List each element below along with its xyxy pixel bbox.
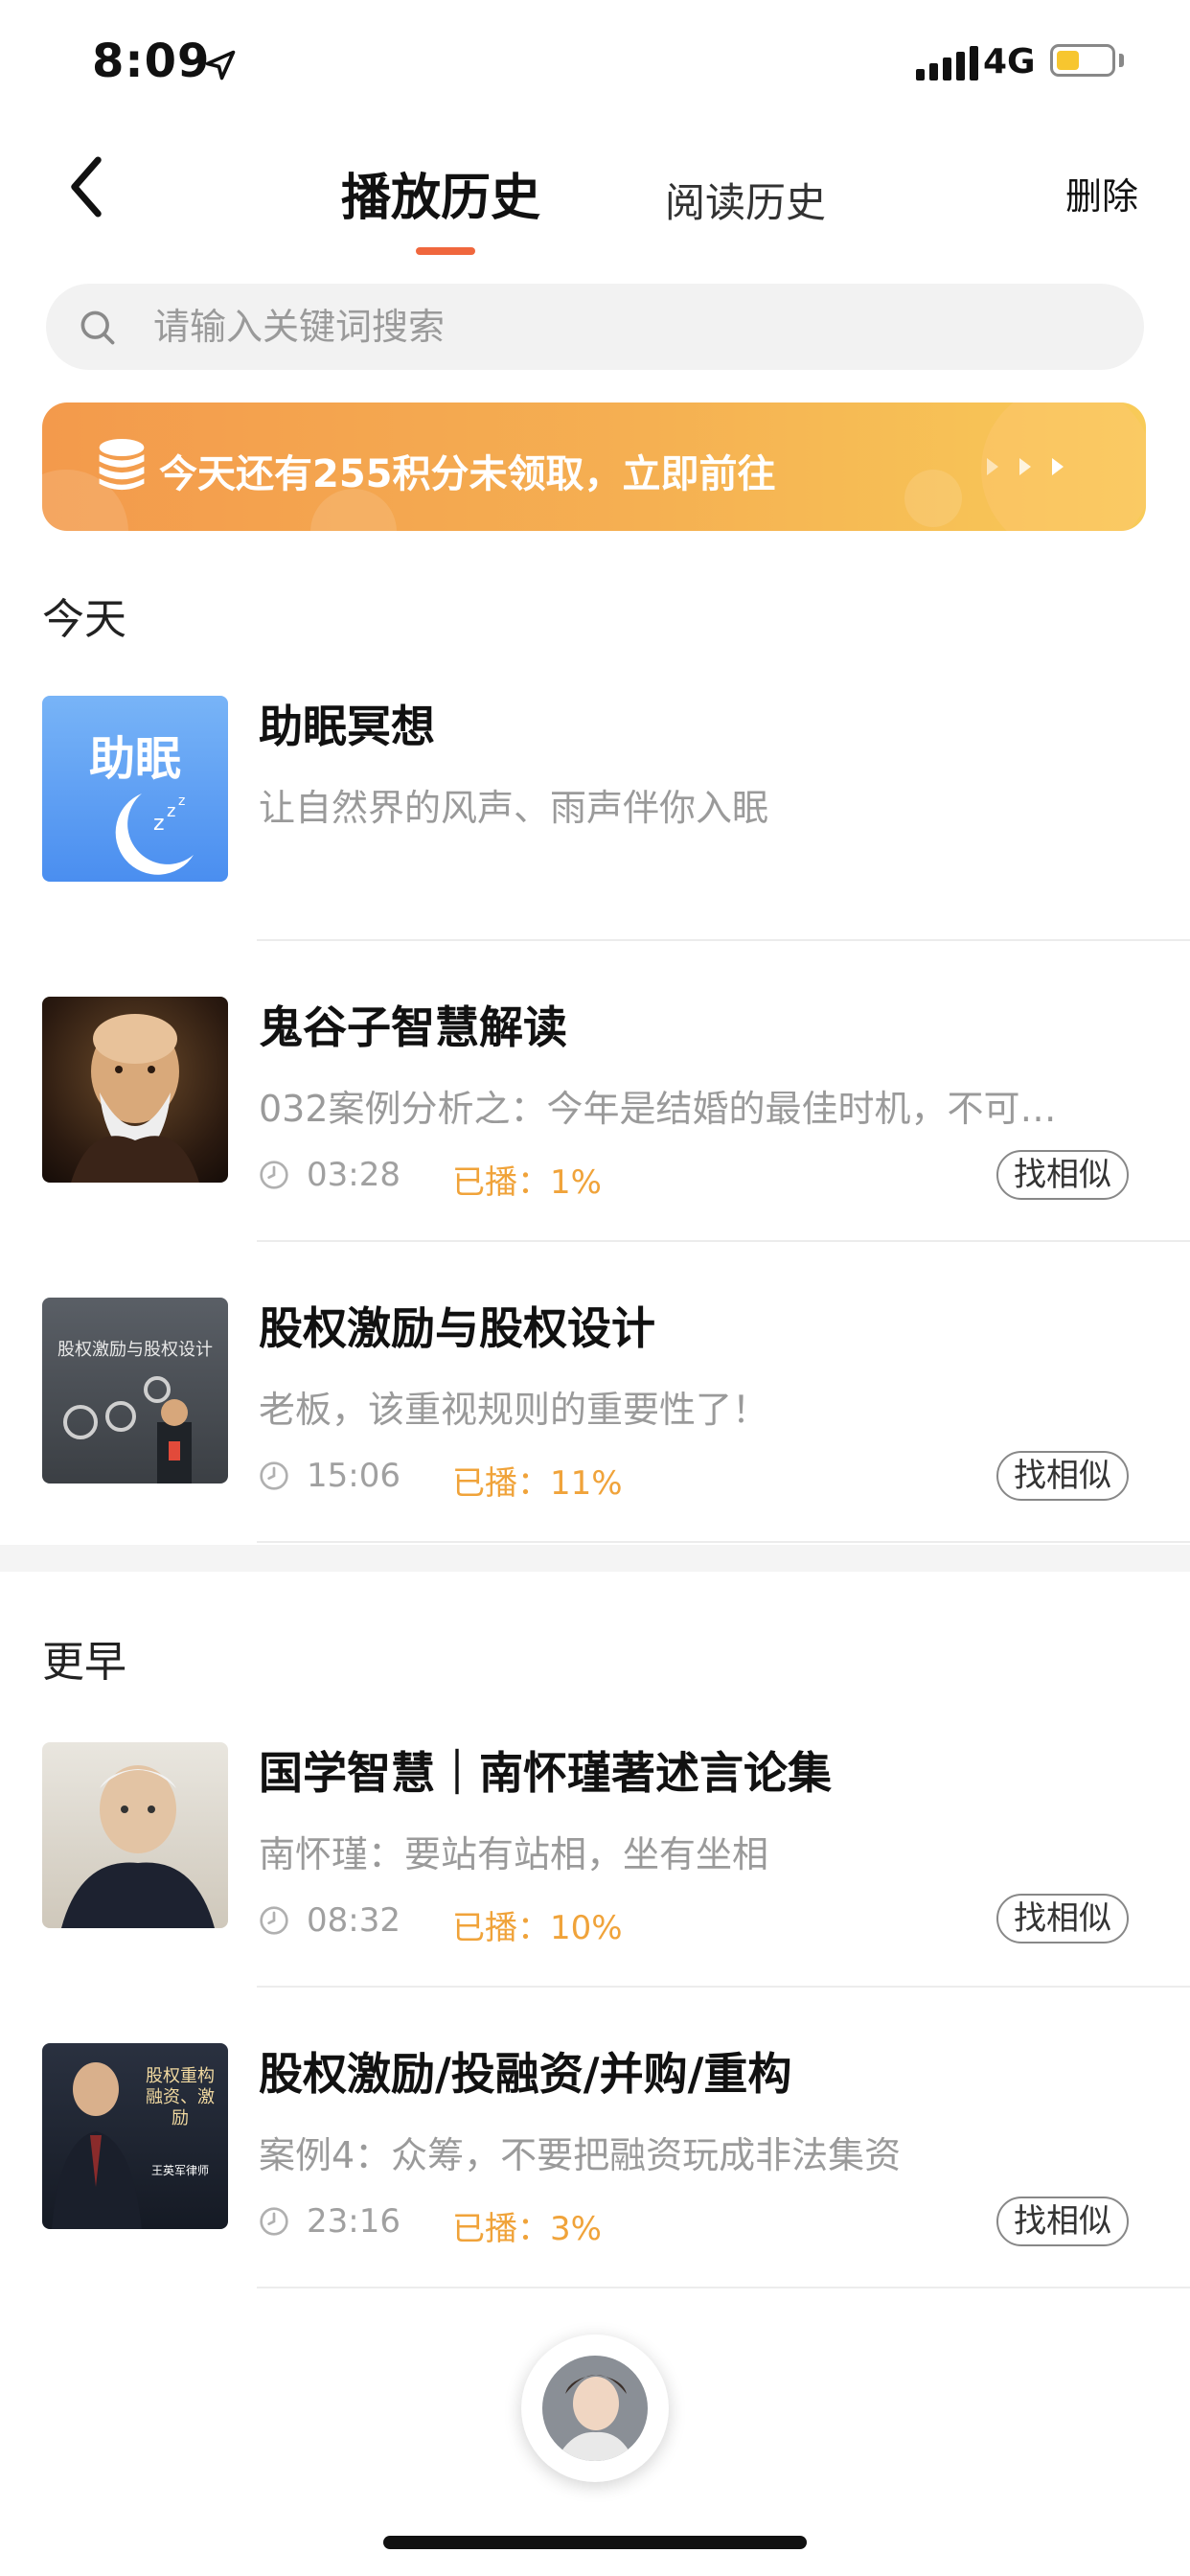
status-time: 8:09	[92, 34, 211, 88]
item-cover[interactable]: 助眠 z z z	[42, 696, 228, 882]
divider	[257, 939, 1190, 941]
section-separator	[0, 1545, 1190, 1572]
clock-icon	[260, 2207, 288, 2236]
divider	[257, 1541, 1190, 1543]
search-icon	[80, 310, 115, 345]
divider	[257, 2287, 1190, 2288]
divider	[257, 1240, 1190, 1242]
item-title[interactable]: 助眠冥想	[259, 692, 435, 755]
item-title[interactable]: 国学智慧｜南怀瑾著述言论集	[259, 1738, 832, 1802]
item-cover[interactable]	[42, 1742, 228, 1928]
tab-play-history[interactable]: 播放历史	[341, 157, 540, 229]
item-progress: 已播：10%	[452, 1909, 623, 1947]
coin-stack-icon	[99, 439, 145, 491]
network-type: 4G	[983, 42, 1036, 81]
find-similar-button[interactable]: 找相似	[996, 1150, 1129, 1200]
back-icon[interactable]	[57, 153, 115, 220]
sage-portrait-icon	[71, 1014, 199, 1183]
divider	[257, 1986, 1190, 1988]
home-indicator	[383, 2536, 807, 2549]
item-duration: 15:06	[307, 1457, 400, 1495]
tab-read-history[interactable]: 阅读历史	[665, 171, 826, 229]
battery-icon	[1050, 44, 1115, 77]
find-similar-button[interactable]: 找相似	[996, 2196, 1129, 2246]
battery-tip	[1119, 54, 1124, 67]
item-progress: 已播：3%	[452, 2210, 602, 2248]
svg-text:z: z	[178, 794, 185, 809]
item-title[interactable]: 股权激励/投融资/并购/重构	[259, 2039, 791, 2103]
item-cover[interactable]	[42, 997, 228, 1183]
item-title[interactable]: 股权激励与股权设计	[259, 1294, 655, 1357]
moon-icon: z z z	[115, 794, 194, 875]
arrow-right-icon	[987, 458, 1064, 475]
item-duration: 03:28	[307, 1156, 400, 1194]
clock-icon	[260, 1161, 288, 1189]
item-duration: 23:16	[307, 2202, 400, 2241]
item-subtitle: 032案例分析之：今年是结婚的最佳时机，不可…	[259, 1088, 1057, 1130]
svg-text:z: z	[153, 812, 165, 836]
banner-text: 今天还有255积分未领取，立即前往	[159, 452, 776, 496]
signal-icon	[916, 46, 978, 80]
find-similar-button[interactable]: 找相似	[996, 1451, 1129, 1501]
item-progress: 已播：11%	[452, 1464, 623, 1503]
item-duration: 08:32	[307, 1901, 400, 1940]
delete-button[interactable]: 删除	[1065, 167, 1138, 219]
cover-author: 王英军律师	[150, 2164, 209, 2177]
find-similar-button[interactable]: 找相似	[996, 1894, 1129, 1944]
item-subtitle: 让自然界的风声、雨声伴你入眠	[259, 787, 769, 829]
item-cover[interactable]: 股权重构 融资、激励 王英军律师	[42, 2043, 228, 2229]
svg-text:z: z	[167, 801, 175, 821]
location-arrow-icon	[205, 50, 236, 80]
item-cover[interactable]: 股权激励与股权设计	[42, 1298, 228, 1484]
item-title[interactable]: 鬼谷子智慧解读	[259, 993, 567, 1056]
player-avatar[interactable]	[542, 2356, 648, 2461]
clock-icon	[260, 1461, 288, 1490]
search-input[interactable]	[153, 295, 1092, 358]
portrait-icon	[61, 1765, 215, 1928]
section-title-today: 今天	[42, 595, 126, 644]
clock-icon	[260, 1906, 288, 1935]
item-progress: 已播：1%	[452, 1163, 602, 1202]
section-title-earlier: 更早	[42, 1638, 126, 1687]
avatar-icon	[542, 2356, 648, 2461]
item-subtitle: 老板，该重视规则的重要性了！	[259, 1389, 769, 1431]
item-subtitle: 案例4：众筹，不要把融资玩成非法集资	[259, 2134, 902, 2176]
item-subtitle: 南怀瑾：要站有站相，坐有坐相	[259, 1833, 769, 1875]
cover-title: 股权重构 融资、激励	[146, 2066, 215, 2128]
tab-active-indicator	[416, 247, 475, 255]
gears-icon	[63, 1376, 192, 1484]
cover-title: 助眠	[88, 732, 181, 786]
